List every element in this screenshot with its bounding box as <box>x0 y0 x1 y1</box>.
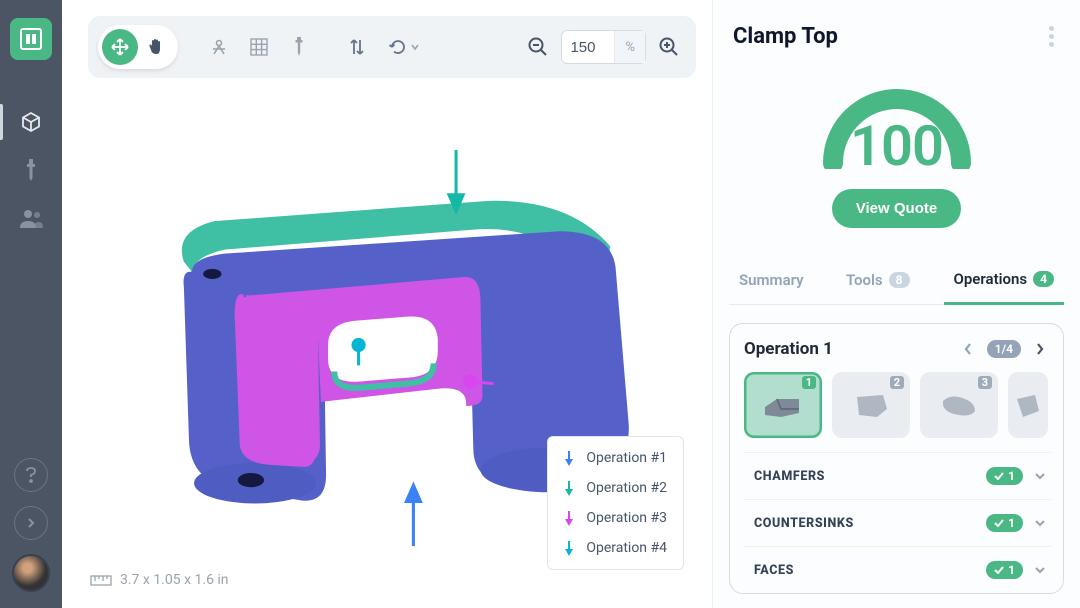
nav-part[interactable] <box>0 98 62 146</box>
chevron-down-icon <box>1033 518 1047 528</box>
legend-row: Operation #3 <box>548 503 683 533</box>
drill-tool[interactable] <box>282 30 316 64</box>
tab-tools[interactable]: Tools8 <box>836 258 920 304</box>
score-value: 100 <box>813 113 981 179</box>
legend-row: Operation #1 <box>548 443 683 473</box>
more-menu[interactable] <box>1043 20 1060 53</box>
left-rail <box>0 0 62 608</box>
part-dimensions: 3.7 x 1.05 x 1.6 in <box>90 572 229 588</box>
legend-label: Operation #4 <box>586 540 667 556</box>
app-logo[interactable] <box>10 18 52 60</box>
side-panel: Clamp Top 100 View Quote Summary Tools8 … <box>712 0 1080 608</box>
nav-team[interactable] <box>0 194 62 242</box>
zoom-out-button[interactable] <box>521 30 555 64</box>
manufacturability-gauge: 100 <box>813 73 981 169</box>
dimensions-text: 3.7 x 1.05 x 1.6 in <box>120 572 229 588</box>
pan-tool[interactable] <box>138 29 174 65</box>
orbit-tool[interactable] <box>102 29 138 65</box>
user-avatar[interactable] <box>12 554 50 592</box>
view-quote-button[interactable]: View Quote <box>832 189 961 228</box>
operations-panel: Operation 1 1/4 1 2 3 CHAMFERS 1 COUNTER… <box>729 323 1064 594</box>
category-chamfers[interactable]: CHAMFERS 1 <box>744 453 1051 500</box>
flip-tool[interactable] <box>340 30 374 64</box>
part-title: Clamp Top <box>733 24 838 49</box>
operations-legend: Operation #1 Operation #2 Operation #3 O… <box>547 436 684 570</box>
operation-page: 1/4 <box>987 340 1021 358</box>
viewport-3d[interactable]: Operation #1 Operation #2 Operation #3 O… <box>62 78 712 608</box>
legend-label: Operation #1 <box>586 450 667 466</box>
operation-thumb-3[interactable]: 3 <box>920 372 998 438</box>
legend-row: Operation #2 <box>548 473 683 503</box>
operation-title: Operation 1 <box>744 339 833 359</box>
grid-tool[interactable] <box>242 30 276 64</box>
chevron-down-icon <box>1033 471 1047 481</box>
zoom-unit: % <box>614 31 645 63</box>
prev-operation[interactable] <box>957 338 979 360</box>
chevron-down-icon <box>1033 565 1047 575</box>
operation-thumb-1[interactable]: 1 <box>744 372 822 438</box>
category-faces[interactable]: FACES 1 <box>744 547 1051 583</box>
zoom-input[interactable]: % <box>561 30 646 64</box>
help-button[interactable] <box>14 458 48 492</box>
viewer-toolbar: % <box>88 16 696 78</box>
zoom-in-button[interactable] <box>652 30 686 64</box>
tab-operations[interactable]: Operations4 <box>944 258 1064 305</box>
legend-label: Operation #3 <box>586 510 667 526</box>
zoom-value-field[interactable] <box>562 39 614 56</box>
category-countersinks[interactable]: COUNTERSINKS 1 <box>744 500 1051 547</box>
legend-row: Operation #4 <box>548 533 683 563</box>
nav-tool[interactable] <box>0 146 62 194</box>
next-operation[interactable] <box>1029 338 1051 360</box>
expand-button[interactable] <box>14 506 48 540</box>
side-tabs: Summary Tools8 Operations4 <box>729 258 1064 305</box>
operation-thumb-2[interactable]: 2 <box>832 372 910 438</box>
legend-label: Operation #2 <box>586 480 667 496</box>
tab-summary[interactable]: Summary <box>729 258 814 304</box>
operation-thumb-4[interactable] <box>1008 372 1048 438</box>
front-view-tool[interactable] <box>202 30 236 64</box>
rotate-tool[interactable] <box>380 30 428 64</box>
